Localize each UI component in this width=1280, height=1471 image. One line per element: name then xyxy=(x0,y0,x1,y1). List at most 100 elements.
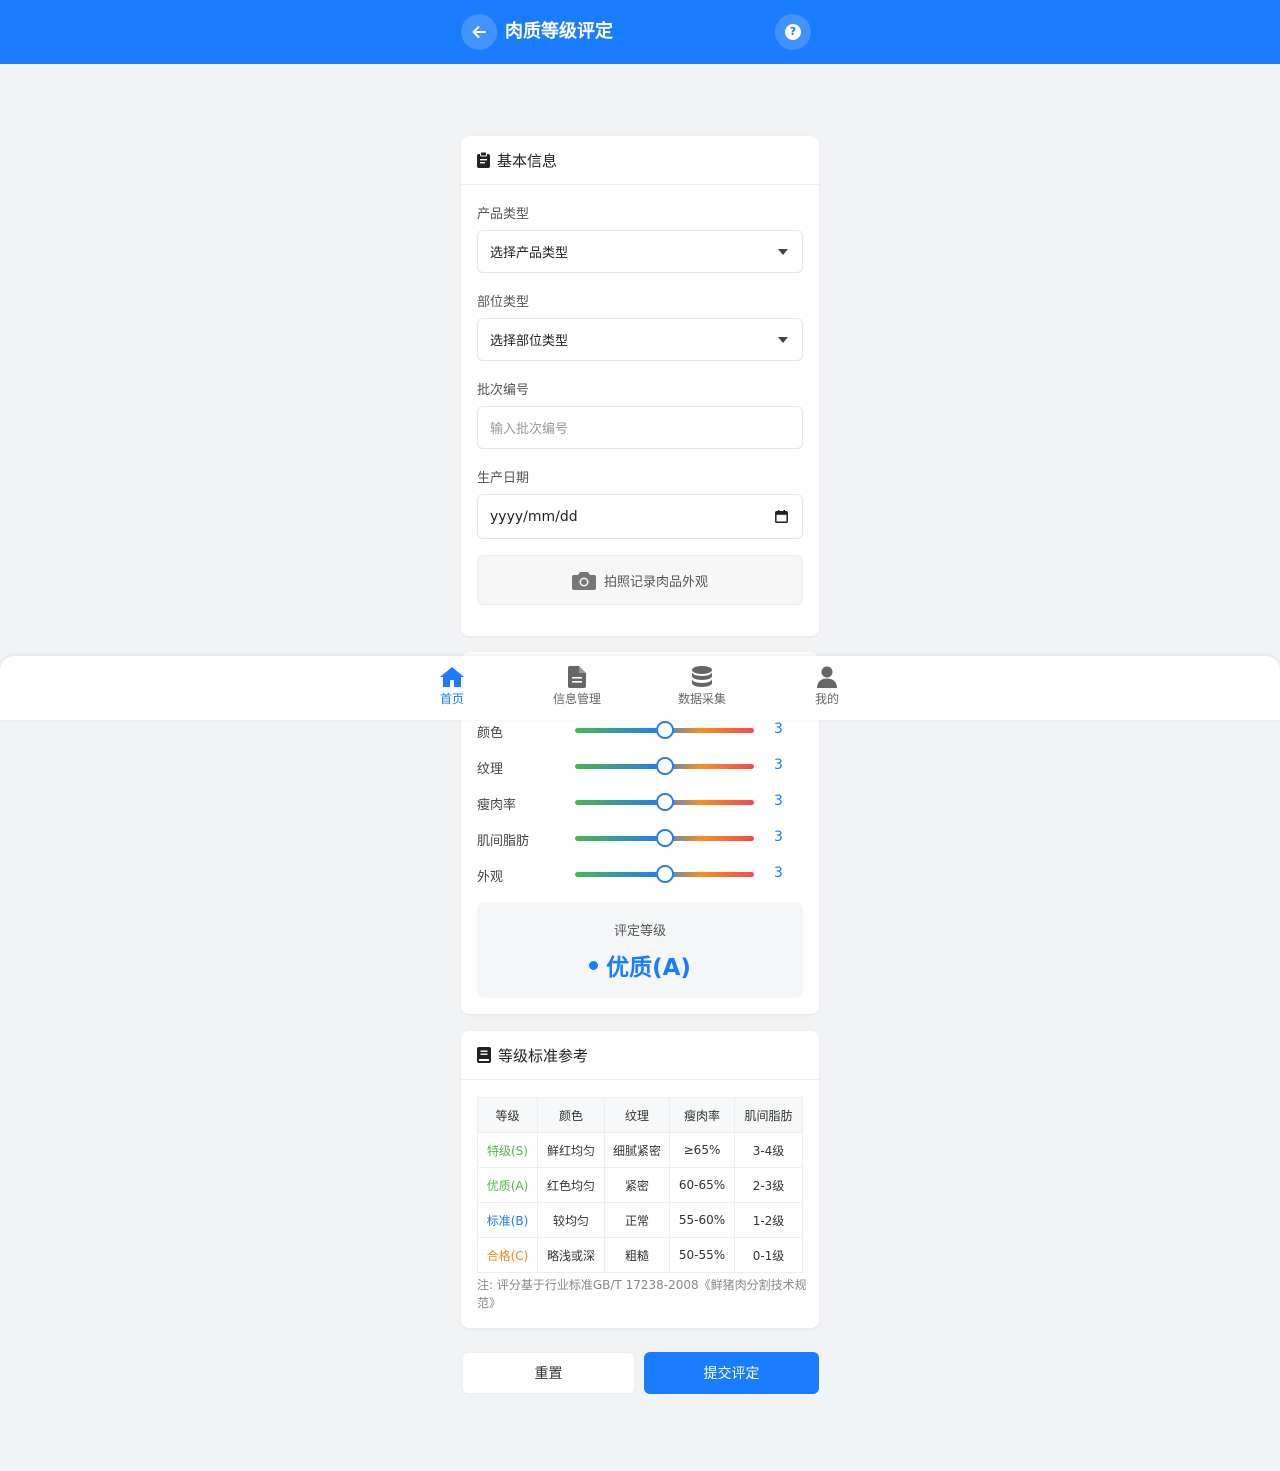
slider-value: 3 xyxy=(774,829,783,845)
batch-no-input[interactable]: 输入批次编号 xyxy=(477,406,803,449)
part-type-select[interactable]: 选择部位类型 xyxy=(477,318,803,361)
slider-thumb[interactable] xyxy=(655,865,674,883)
camera-icon xyxy=(571,570,596,590)
part-type-value: 选择部位类型 xyxy=(490,334,569,349)
card-title: 基本信息 xyxy=(497,151,558,170)
slider-appearance[interactable]: 外观 3 xyxy=(477,864,803,885)
help-button[interactable]: ? xyxy=(775,14,811,50)
part-type-label: 部位类型 xyxy=(477,295,530,310)
nav-label: 我的 xyxy=(814,692,839,706)
prod-date-input[interactable]: yyyy/mm/dd xyxy=(477,494,803,539)
table-cell: 红色均匀 xyxy=(537,1167,605,1203)
nav-item-data[interactable]: 数据采集 xyxy=(657,664,747,707)
slider-thumb[interactable] xyxy=(655,721,674,739)
slider-marbling[interactable]: 肌间脂肪 3 xyxy=(477,828,803,849)
slider-label: 肌间脂肪 xyxy=(477,834,530,849)
table-row: 特级(S) 鲜红均匀 细腻紧密 ≥65% 3-4级 xyxy=(477,1132,803,1168)
arrow-left-icon xyxy=(472,26,486,38)
slider-value: 3 xyxy=(774,793,783,809)
nav-label: 数据采集 xyxy=(677,692,726,706)
caret-down-icon xyxy=(778,337,788,343)
slider-value: 3 xyxy=(774,721,783,737)
table-cell: 较均匀 xyxy=(537,1202,605,1238)
batch-no-placeholder: 输入批次编号 xyxy=(490,422,569,437)
table-cell: 0-1级 xyxy=(734,1237,803,1273)
product-type-value: 选择产品类型 xyxy=(490,246,569,261)
nav-item-info[interactable]: 信息管理 xyxy=(532,664,622,707)
slider-lean-rate[interactable]: 瘦肉率 3 xyxy=(477,792,803,813)
nav-label: 信息管理 xyxy=(552,692,601,706)
table-cell: 55-60% xyxy=(669,1202,735,1238)
page-title: 肉质等级评定 xyxy=(505,21,613,42)
calendar-icon[interactable] xyxy=(775,510,788,527)
nav-item-home[interactable]: 首页 xyxy=(407,664,497,707)
card-header: 等级标准参考 xyxy=(461,1031,819,1080)
slider-thumb[interactable] xyxy=(655,829,674,847)
photo-button-label: 拍照记录肉品外观 xyxy=(603,574,708,590)
basic-info-card: 基本信息 产品类型 选择产品类型 部位类型 选择部位类型 批次编号 输入批次编号… xyxy=(461,136,819,636)
file-icon xyxy=(532,664,622,690)
slider-label: 纹理 xyxy=(477,762,504,777)
reset-button[interactable]: 重置 xyxy=(462,1352,635,1394)
card-title: 等级标准参考 xyxy=(498,1046,589,1065)
question-icon: ? xyxy=(785,24,801,40)
grade-cell: 合格(C) xyxy=(477,1237,538,1273)
nav-label: 首页 xyxy=(439,692,464,706)
slider-value: 3 xyxy=(774,757,783,773)
home-icon xyxy=(407,664,497,690)
nav-item-mine[interactable]: 我的 xyxy=(782,664,872,707)
standards-note: 注: 评分基于行业标准GB/T 17238-2008《鲜猪肉分割技术规范》 xyxy=(477,1278,807,1310)
table-cell: 2-3级 xyxy=(734,1167,803,1203)
table-cell: 鲜红均匀 xyxy=(537,1132,605,1168)
table-cell: 50-55% xyxy=(669,1237,735,1273)
prod-date-label: 生产日期 xyxy=(477,471,530,486)
grade-cell: 标准(B) xyxy=(477,1202,538,1238)
batch-no-label: 批次编号 xyxy=(477,383,530,398)
database-icon xyxy=(657,664,747,690)
column-header: 纹理 xyxy=(604,1097,670,1133)
column-header: 颜色 xyxy=(537,1097,605,1133)
standards-card: 等级标准参考 等级 颜色 纹理 瘦肉率 肌间脂肪 特级(S) 鲜红均匀 细腻紧密… xyxy=(461,1031,819,1328)
slider-thumb[interactable] xyxy=(655,757,674,775)
clipboard-icon xyxy=(477,152,490,168)
table-row: 合格(C) 略浅或深 粗糙 50-55% 0-1级 xyxy=(477,1237,803,1273)
column-header: 等级 xyxy=(477,1097,538,1133)
slider-label: 瘦肉率 xyxy=(477,798,517,813)
prod-date-value: yyyy/mm/dd xyxy=(490,508,578,525)
caret-down-icon xyxy=(778,249,788,255)
card-header: 基本信息 xyxy=(461,136,819,185)
slider-label: 外观 xyxy=(477,870,504,885)
grade-result: 评定等级 优质(A) xyxy=(477,902,803,998)
grade-value: 优质(A) xyxy=(606,955,691,981)
table-cell: 细腻紧密 xyxy=(604,1132,670,1168)
grade-title: 评定等级 xyxy=(613,924,666,939)
grade-cell: 特级(S) xyxy=(477,1132,538,1168)
photo-button[interactable]: 拍照记录肉品外观 xyxy=(477,555,803,605)
column-header: 肌间脂肪 xyxy=(734,1097,803,1133)
table-cell: 略浅或深 xyxy=(537,1237,605,1273)
column-header: 瘦肉率 xyxy=(669,1097,735,1133)
table-cell: 1-2级 xyxy=(734,1202,803,1238)
grade-value-wrap: 优质(A) xyxy=(477,948,803,982)
book-icon xyxy=(477,1047,491,1063)
table-cell: 紧密 xyxy=(604,1167,670,1203)
product-type-select[interactable]: 选择产品类型 xyxy=(477,230,803,273)
grade-cell: 优质(A) xyxy=(477,1167,538,1203)
slider-color[interactable]: 颜色 3 xyxy=(477,720,803,741)
user-icon xyxy=(782,664,872,690)
back-button[interactable] xyxy=(461,14,497,50)
slider-label: 颜色 xyxy=(477,726,504,741)
slider-texture[interactable]: 纹理 3 xyxy=(477,756,803,777)
slider-thumb[interactable] xyxy=(655,793,674,811)
table-cell: 正常 xyxy=(604,1202,670,1238)
app-header: 肉质等级评定 ? xyxy=(0,0,1280,64)
slider-value: 3 xyxy=(774,865,783,881)
table-row: 优质(A) 红色均匀 紧密 60-65% 2-3级 xyxy=(477,1167,803,1203)
table-cell: 60-65% xyxy=(669,1167,735,1203)
submit-button[interactable]: 提交评定 xyxy=(644,1352,819,1394)
table-cell: 粗糙 xyxy=(604,1237,670,1273)
table-cell: ≥65% xyxy=(669,1132,735,1168)
product-type-label: 产品类型 xyxy=(477,207,530,222)
standards-table: 等级 颜色 纹理 瘦肉率 肌间脂肪 特级(S) 鲜红均匀 细腻紧密 ≥65% 3… xyxy=(477,1097,803,1273)
bottom-nav: 首页 信息管理 数据采集 我的 xyxy=(0,656,1280,720)
